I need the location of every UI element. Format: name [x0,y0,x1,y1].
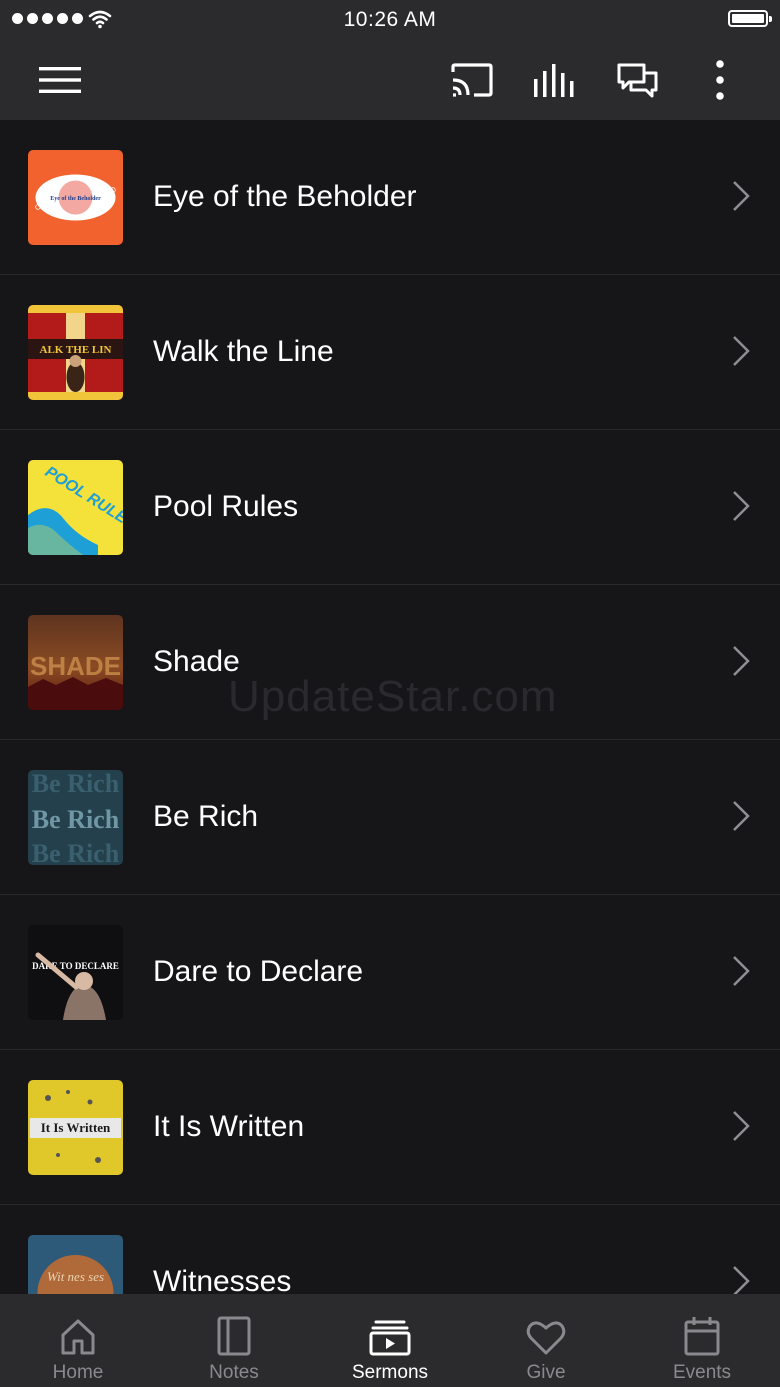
notes-icon [217,1316,251,1356]
sermon-thumbnail-text: SHADE [30,651,121,681]
sermon-thumbnail: SHADE [28,615,123,710]
sermon-row[interactable]: DARE TO DECLARE Dare to Declare [0,895,780,1050]
sermon-row[interactable]: POOL RULES Pool Rules [0,430,780,585]
cast-icon [451,63,493,97]
tab-label: Events [672,1362,732,1383]
sermon-thumbnail-text: Eye of the Beholder [50,196,101,202]
chevron-right-icon [733,956,750,986]
tab-label: Give [526,1362,566,1383]
svg-text:Be Rich: Be Rich [32,770,120,798]
status-time: 10:26 AM [343,8,437,31]
menu-icon [39,67,81,93]
sermon-thumbnail: It Is Written [28,1080,123,1175]
sermon-title: Dare to Declare [153,955,364,988]
sermon-title: Pool Rules [153,490,299,523]
svg-text:Be Rich: Be Rich [32,839,120,865]
calendar-icon [684,1317,720,1356]
sermon-thumbnail: Eye of the Beholder [28,150,123,245]
tab-events[interactable]: Events [624,1294,780,1387]
sermon-row[interactable]: Eye of the Beholder Eye of the Beholder [0,120,780,275]
tab-label: Sermons [351,1362,429,1383]
home-icon [61,1319,95,1355]
sermon-title: Walk the Line [153,335,334,368]
audio-bars-icon [534,64,574,97]
sermon-row[interactable]: ALK THE LIN Walk the Line [0,275,780,430]
tab-home[interactable]: Home [0,1294,156,1387]
sermon-thumbnail: ALK THE LIN [28,305,123,400]
battery-icon [728,10,772,27]
tab-label: Home [52,1362,104,1383]
sermon-title: Be Rich [153,800,259,833]
chevron-right-icon [733,1111,750,1141]
chevron-right-icon [733,336,750,366]
chevron-right-icon [733,181,750,211]
chevron-right-icon [733,646,750,676]
sermon-row[interactable]: SHADE Shade [0,585,780,740]
sermon-thumbnail-text: ALK THE LIN [40,344,112,356]
sermon-title: Eye of the Beholder [153,180,417,213]
sermon-thumbnail: POOL RULES [28,460,123,555]
status-bar: 10:26 AM [0,0,780,40]
chat-button[interactable] [610,40,666,120]
sermon-title: Witnesses [153,1265,292,1294]
cast-button[interactable] [444,40,500,120]
sermon-thumbnail-text: Wit nes ses [47,1269,104,1284]
audio-button[interactable] [527,40,583,120]
app-bar [0,40,780,120]
more-options-button[interactable] [700,40,740,120]
sermon-title: It Is Written [153,1110,305,1143]
chat-icon [617,63,658,98]
tab-give[interactable]: Give [468,1294,624,1387]
heart-icon [526,1321,566,1355]
chevron-right-icon [733,1266,750,1294]
sermon-list: Eye of the Beholder Eye of the Beholder … [0,120,780,1294]
sermon-title: Shade [153,645,240,678]
tab-notes[interactable]: Notes [156,1294,312,1387]
sermon-thumbnail: Be Rich Be Rich Be Rich [28,770,123,865]
chevron-right-icon [733,801,750,831]
chevron-right-icon [733,491,750,521]
sermon-row[interactable]: Wit nes ses Witnesses [0,1205,780,1294]
menu-button[interactable] [30,40,90,120]
more-vertical-icon [716,60,724,100]
sermon-thumbnail: Wit nes ses [28,1235,123,1294]
sermon-row[interactable]: It Is Written It Is Written [0,1050,780,1205]
tab-label: Notes [209,1362,259,1383]
sermon-thumbnail-text: Be Rich [32,805,120,834]
sermon-thumbnail-text: It Is Written [41,1120,111,1135]
sermons-icon [369,1320,411,1356]
sermon-thumbnail: DARE TO DECLARE [28,925,123,1020]
tab-bar: Home Notes Sermons Give Events [0,1294,780,1387]
tab-sermons[interactable]: Sermons [312,1294,468,1387]
sermon-row[interactable]: Be Rich Be Rich Be Rich Be Rich [0,740,780,895]
